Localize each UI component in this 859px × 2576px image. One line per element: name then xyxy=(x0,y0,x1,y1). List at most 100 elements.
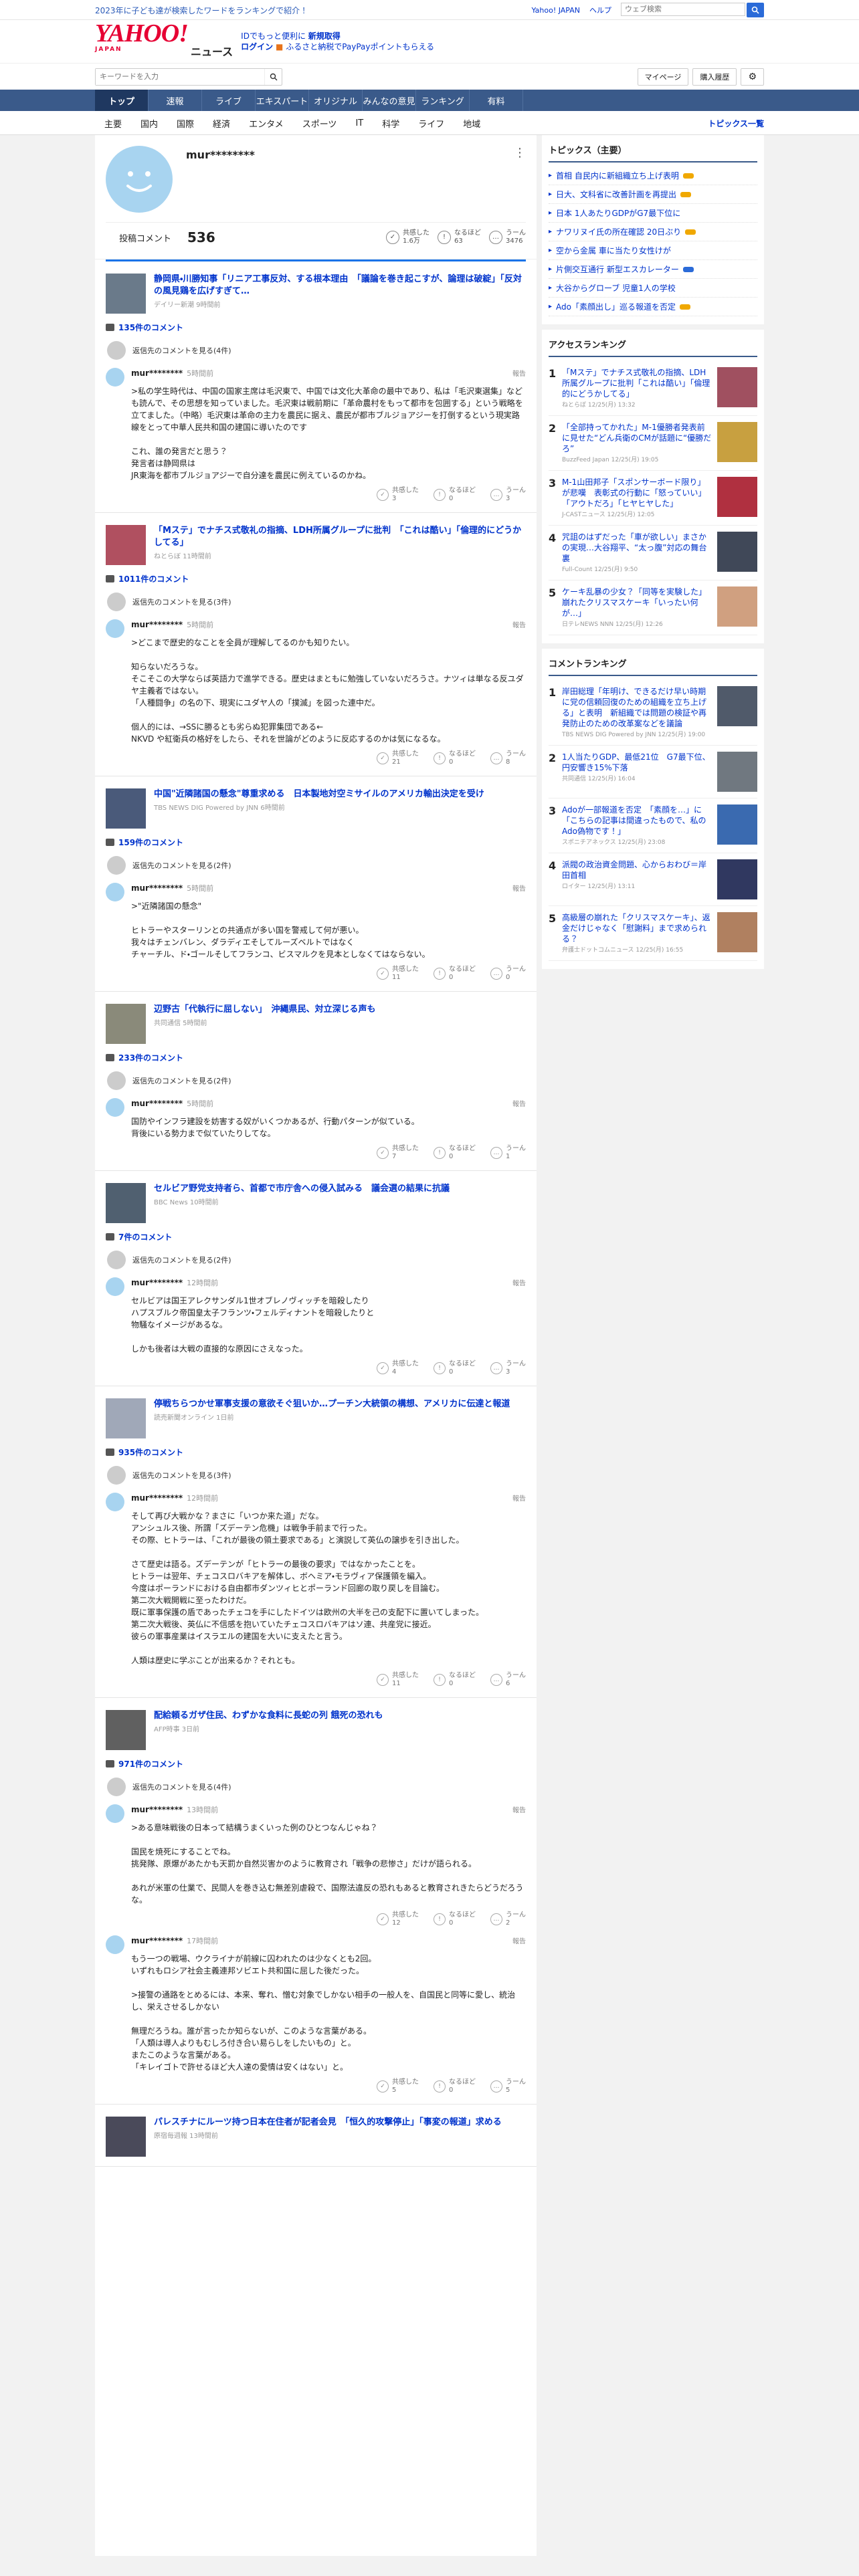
ranking-item[interactable]: 3 Adoが一部報道を否定 「素顔を…」に「こちらの記事は間違ったもので、私のAd… xyxy=(549,798,757,853)
ranking-item[interactable]: 1 岸田総理「年明け、できるだけ早い時期に党の信頼回復のための組織を立ち上げる」と… xyxy=(549,680,757,746)
naruhodo-button[interactable]: ! なるほど 0 xyxy=(434,966,476,982)
uun-button[interactable]: … うーん 8 xyxy=(490,750,526,766)
empathy-button[interactable]: ✓ 共感した 7 xyxy=(377,1145,419,1161)
topic-item[interactable]: ▸ ナワリヌイ氏の所在確認 20日ぶり xyxy=(549,223,757,241)
web-search-input[interactable] xyxy=(621,3,745,16)
topic-item[interactable]: ▸ 空から金属 車に当たり女性けが xyxy=(549,241,757,260)
ranking-item[interactable]: 4 派閥の政治資金問題、心からおわび＝岸田首相 ロイター 12/25(月) 13:1… xyxy=(549,853,757,906)
uun-button[interactable]: … うーん 6 xyxy=(490,1672,526,1688)
ranking-item[interactable]: 4 咒詛のはずだった「車が欲しい」まさかの実現…大谷翔平、“太っ腹”対応の舞台裏 F… xyxy=(549,526,757,580)
report-link[interactable]: 報告 xyxy=(512,883,526,893)
uun-button[interactable]: … うーん 1 xyxy=(490,1145,526,1161)
nav-tab-5[interactable]: みんなの意見 xyxy=(363,90,416,111)
comment-count-link[interactable]: 135件のコメント xyxy=(106,322,526,333)
naruhodo-button[interactable]: ! なるほど 0 xyxy=(434,1360,476,1376)
report-link[interactable]: 報告 xyxy=(512,1098,526,1109)
article-title[interactable]: 中国"近隣諸国の懸念"尊重求める 日本製地対空ミサイルのアメリカ輸出決定を受け xyxy=(154,788,484,800)
article-title[interactable]: 配給頼るガザ住民、わずかな食料に長蛇の列 餓死の恐れも xyxy=(154,1710,383,1722)
topic-item[interactable]: ▸ Ado「素顔出し」巡る報道を否定 xyxy=(549,298,757,316)
purchase-history-button[interactable]: 購入履歴 xyxy=(692,68,737,86)
report-link[interactable]: 報告 xyxy=(512,1935,526,1946)
reply-target-link[interactable]: 返信先のコメントを見る(4件) xyxy=(106,1778,526,1796)
ranking-title[interactable]: ケーキ乱暴の少女？「同等を実験した」 崩れたクリスマスケーキ「いったい何が…」 xyxy=(562,586,712,619)
ranking-title[interactable]: 派閥の政治資金問題、心からおわび＝岸田首相 xyxy=(562,859,712,881)
uun-button[interactable]: … うーん 2 xyxy=(490,1911,526,1927)
topic-title[interactable]: 日本 1人あたりGDPがG7最下位に xyxy=(556,207,680,219)
category-link-8[interactable]: ライフ xyxy=(409,117,454,130)
reply-target-link[interactable]: 返信先のコメントを見る(2件) xyxy=(106,1251,526,1269)
topic-item[interactable]: ▸ 日大、文科省に改善計画を再提出 xyxy=(549,185,757,204)
nav-tab-6[interactable]: ランキング xyxy=(416,90,470,111)
article-thumbnail[interactable] xyxy=(106,1710,146,1750)
naruhodo-button[interactable]: ! なるほど 0 xyxy=(434,1145,476,1161)
topic-item[interactable]: ▸ 首相 自民内に新組織立ち上げ表明 xyxy=(549,167,757,185)
comment-count-link[interactable]: 971件のコメント xyxy=(106,1758,526,1769)
comment-count-link[interactable]: 159件のコメント xyxy=(106,837,526,848)
empathy-button[interactable]: ✓ 共感した 5 xyxy=(377,2078,419,2095)
comment-count-link[interactable]: 233件のコメント xyxy=(106,1052,526,1063)
mypage-button[interactable]: マイページ xyxy=(637,68,689,86)
topic-title[interactable]: Ado「素顔出し」巡る報道を否定 xyxy=(556,301,676,312)
ranking-thumbnail[interactable] xyxy=(717,532,757,572)
nav-tab-2[interactable]: ライブ xyxy=(202,90,256,111)
settings-button[interactable]: ⚙ xyxy=(741,68,764,86)
nav-tab-7[interactable]: 有料 xyxy=(470,90,523,111)
reply-target-link[interactable]: 返信先のコメントを見る(3件) xyxy=(106,1466,526,1485)
report-link[interactable]: 報告 xyxy=(512,368,526,379)
yahoo-logo[interactable]: YAHOO! JAPAN ニュース xyxy=(95,21,233,59)
reply-target-link[interactable]: 返信先のコメントを見る(4件) xyxy=(106,341,526,360)
keyword-search[interactable] xyxy=(95,68,282,86)
topics-list-link[interactable]: トピックス一覧 xyxy=(708,118,764,129)
category-link-9[interactable]: 地域 xyxy=(454,117,490,130)
ranking-thumbnail[interactable] xyxy=(717,804,757,845)
more-menu-icon[interactable]: ⋮ xyxy=(514,146,526,160)
empathy-button[interactable]: ✓ 共感した 12 xyxy=(377,1911,419,1927)
yahoo-japan-link[interactable]: Yahoo! JAPAN xyxy=(531,6,580,15)
article-thumbnail[interactable] xyxy=(106,1398,146,1438)
category-link-3[interactable]: 経済 xyxy=(203,117,240,130)
ranking-item[interactable]: 3 M-1山田邦子「スポンサーボード限り」が悲嘆 表彰式の行動に「怒っていい」「ア… xyxy=(549,471,757,526)
ranking-item[interactable]: 5 高級層の崩れた「クリスマスケーキ」、返金だけじゃなく「慰謝料」まで求められる？… xyxy=(549,906,757,961)
uun-button[interactable]: … うーん 3 xyxy=(490,487,526,503)
article-thumbnail[interactable] xyxy=(106,788,146,829)
login-link[interactable]: ログイン xyxy=(241,42,273,51)
empathy-button[interactable]: ✓ 共感した 3 xyxy=(377,487,419,503)
empathy-button[interactable]: ✓ 共感した 11 xyxy=(377,1672,419,1688)
naruhodo-button[interactable]: ! なるほど 0 xyxy=(434,2078,476,2095)
category-link-5[interactable]: スポーツ xyxy=(293,117,347,130)
category-link-6[interactable]: IT xyxy=(346,118,373,128)
report-link[interactable]: 報告 xyxy=(512,619,526,630)
ranking-item[interactable]: 2 「全部持ってかれた」M-1優勝者発表前に見せた“どん兵衛のCMが話題に“優勝だ… xyxy=(549,416,757,471)
reply-target-link[interactable]: 返信先のコメントを見る(2件) xyxy=(106,856,526,875)
topic-title[interactable]: 空から金属 車に当たり女性けが xyxy=(556,245,671,256)
promo-link[interactable]: 2023年に子ども達が検索したワードをランキングで紹介！ xyxy=(95,5,308,16)
signup-link[interactable]: 新規取得 xyxy=(308,31,341,41)
naruhodo-button[interactable]: ! なるほど 0 xyxy=(434,1911,476,1927)
help-link[interactable]: ヘルプ xyxy=(589,5,611,15)
naruhodo-button[interactable]: ! なるほど 0 xyxy=(434,750,476,766)
topic-title[interactable]: 首相 自民内に新組織立ち上げ表明 xyxy=(556,170,679,181)
comment-count-link[interactable]: 1011件のコメント xyxy=(106,573,526,584)
empathy-button[interactable]: ✓ 共感した 4 xyxy=(377,1360,419,1376)
article-title[interactable]: セルビア野党支持者ら、首都で市庁舎への侵入試みる 議会選の結果に抗議 xyxy=(154,1183,450,1195)
report-link[interactable]: 報告 xyxy=(512,1493,526,1503)
article-title[interactable]: 停戦ちらつかせ軍事支援の意欲そぐ狙いか…プーチン大統領の構想、アメリカに伝達と報… xyxy=(154,1398,510,1410)
ranking-thumbnail[interactable] xyxy=(717,367,757,407)
keyword-search-button[interactable] xyxy=(264,69,282,85)
uun-button[interactable]: … うーん 5 xyxy=(490,2078,526,2095)
ranking-title[interactable]: 1人当たりGDP、最低21位 G7最下位、円安響き15%下落 xyxy=(562,752,712,773)
ranking-thumbnail[interactable] xyxy=(717,859,757,899)
topic-title[interactable]: 大谷からグローブ 児童1人の学校 xyxy=(556,282,676,294)
category-link-2[interactable]: 国際 xyxy=(167,117,203,130)
ranking-title[interactable]: 高級層の崩れた「クリスマスケーキ」、返金だけじゃなく「慰謝料」まで求められる？ xyxy=(562,912,712,944)
comment-count-link[interactable]: 935件のコメント xyxy=(106,1446,526,1458)
empathy-button[interactable]: ✓ 共感した 11 xyxy=(377,966,419,982)
topic-title[interactable]: 片側交互通行 新型エスカレーター xyxy=(556,263,679,275)
naruhodo-button[interactable]: ! なるほど 0 xyxy=(434,487,476,503)
article-thumbnail[interactable] xyxy=(106,2117,146,2157)
report-link[interactable]: 報告 xyxy=(512,1277,526,1288)
uun-button[interactable]: … うーん 0 xyxy=(490,966,526,982)
ranking-title[interactable]: M-1山田邦子「スポンサーボード限り」が悲嘆 表彰式の行動に「怒っていい」「アウ… xyxy=(562,477,712,509)
uun-button[interactable]: … うーん 3 xyxy=(490,1360,526,1376)
category-link-1[interactable]: 国内 xyxy=(131,117,167,130)
